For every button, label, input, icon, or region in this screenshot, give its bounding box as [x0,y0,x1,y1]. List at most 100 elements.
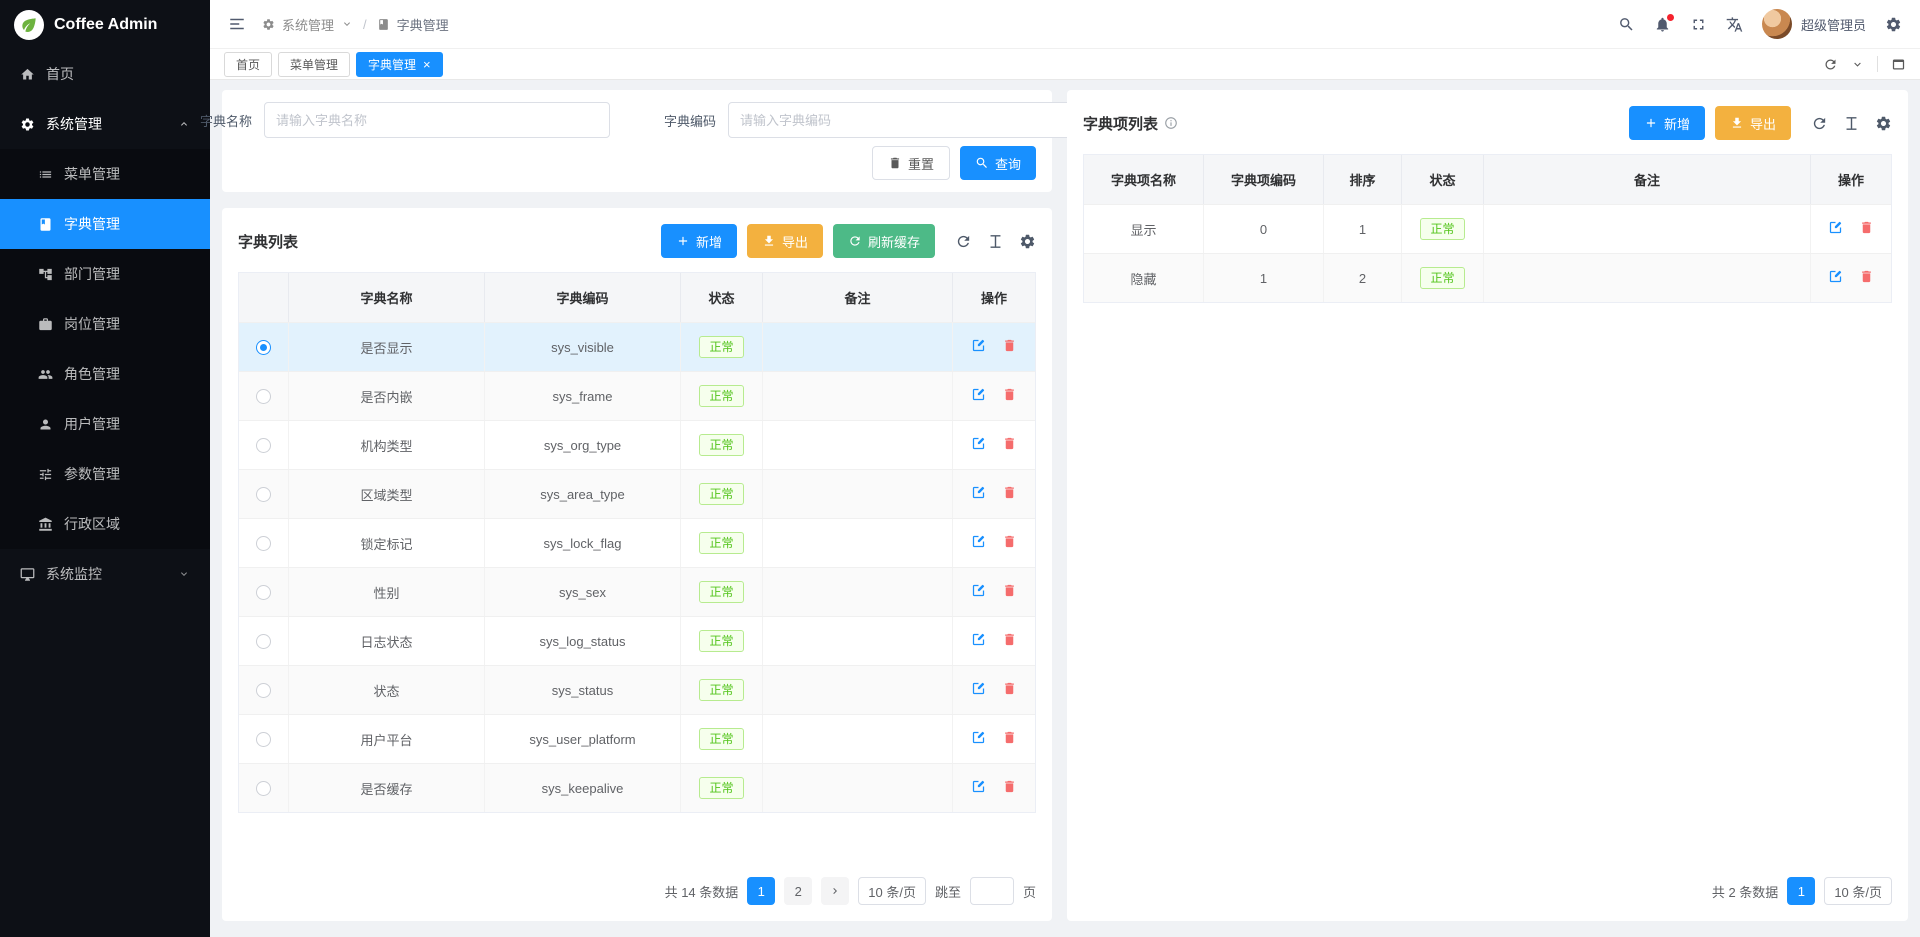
delete-icon[interactable] [1002,730,1017,748]
edit-icon[interactable] [971,436,986,454]
tab-menu-mgmt[interactable]: 菜单管理 [278,52,350,77]
layout-icon[interactable] [1891,57,1906,72]
row-radio-button[interactable] [256,683,271,698]
notification-bell-icon[interactable] [1654,16,1671,33]
table-row[interactable]: 状态 sys_status 正常 [239,665,1035,714]
chevron-down-icon[interactable] [1851,58,1864,71]
app-logo[interactable]: Coffee Admin [0,0,210,49]
page-button-1[interactable]: 1 [1787,877,1815,905]
tab-home[interactable]: 首页 [224,52,272,77]
username[interactable]: 超级管理员 [1801,15,1866,34]
dict-name-input[interactable] [264,102,610,138]
row-radio-button[interactable] [256,389,271,404]
edit-icon[interactable] [971,534,986,552]
tab-dict-mgmt[interactable]: 字典管理× [356,52,443,77]
query-button[interactable]: 查询 [960,146,1036,180]
delete-icon[interactable] [1002,534,1017,552]
table-row[interactable]: 显示 0 1 正常 [1084,204,1891,253]
edit-icon[interactable] [971,779,986,797]
edit-icon[interactable] [971,681,986,699]
edit-icon[interactable] [1828,269,1843,287]
sidebar-item-param-mgmt[interactable]: 参数管理 [0,449,210,499]
fullscreen-icon[interactable] [1690,16,1707,33]
refresh-icon[interactable] [1823,57,1838,72]
column-settings-icon[interactable] [987,233,1004,250]
sidebar-item-role-mgmt[interactable]: 角色管理 [0,349,210,399]
delete-icon[interactable] [1002,779,1017,797]
table-row[interactable]: 是否显示 sys_visible 正常 [239,322,1035,371]
row-radio-button[interactable] [256,438,271,453]
delete-icon[interactable] [1002,681,1017,699]
page-button-2[interactable]: 2 [784,877,812,905]
add-dict-item-button[interactable]: 新增 [1629,106,1705,140]
row-radio-button[interactable] [256,732,271,747]
sidebar-item-user-mgmt[interactable]: 用户管理 [0,399,210,449]
breadcrumb-level1[interactable]: 系统管理 [282,15,334,34]
sidebar-item-label: 用户管理 [64,414,120,434]
translate-icon[interactable] [1726,16,1743,33]
search-icon[interactable] [1618,16,1635,33]
sidebar-item-region-mgmt[interactable]: 行政区域 [0,499,210,549]
table-row[interactable]: 性别 sys_sex 正常 [239,567,1035,616]
edit-icon[interactable] [971,387,986,405]
delete-icon[interactable] [1859,269,1874,287]
column-settings-icon[interactable] [1843,115,1860,132]
sidebar-collapse-icon[interactable] [228,15,246,33]
add-dict-button[interactable]: 新增 [661,224,737,258]
briefcase-icon [38,317,53,332]
delete-icon[interactable] [1002,485,1017,503]
tab-close-icon[interactable]: × [423,58,431,71]
delete-icon[interactable] [1002,632,1017,650]
next-page-button[interactable] [821,877,849,905]
row-radio-button[interactable] [256,781,271,796]
table-row[interactable]: 机构类型 sys_org_type 正常 [239,420,1035,469]
dict-code-input[interactable] [728,102,1074,138]
row-radio-button[interactable] [256,536,271,551]
sidebar-item-system-mgmt[interactable]: 系统管理 [0,99,210,149]
dict-list-title: 字典列表 [238,231,298,252]
edit-icon[interactable] [1828,220,1843,238]
export-dict-item-button[interactable]: 导出 [1715,106,1791,140]
refresh-icon[interactable] [1811,115,1828,132]
edit-icon[interactable] [971,632,986,650]
info-icon[interactable] [1164,116,1178,130]
table-row[interactable]: 是否缓存 sys_keepalive 正常 [239,763,1035,812]
refresh-icon[interactable] [955,233,972,250]
page-button-1[interactable]: 1 [747,877,775,905]
row-radio-button[interactable] [256,487,271,502]
edit-icon[interactable] [971,485,986,503]
table-row[interactable]: 隐藏 1 2 正常 [1084,253,1891,302]
sidebar-item-menu-mgmt[interactable]: 菜单管理 [0,149,210,199]
sidebar-item-post-mgmt[interactable]: 岗位管理 [0,299,210,349]
refresh-cache-button[interactable]: 刷新缓存 [833,224,935,258]
settings-gear-icon[interactable] [1885,16,1902,33]
export-dict-button[interactable]: 导出 [747,224,823,258]
delete-icon[interactable] [1859,220,1874,238]
delete-icon[interactable] [1002,387,1017,405]
row-radio-button[interactable] [256,340,271,355]
sidebar-item-dict-mgmt[interactable]: 字典管理 [0,199,210,249]
reset-button[interactable]: 重置 [872,146,950,180]
jump-page-input[interactable] [970,877,1014,905]
table-row[interactable]: 区域类型 sys_area_type 正常 [239,469,1035,518]
table-row[interactable]: 用户平台 sys_user_platform 正常 [239,714,1035,763]
edit-icon[interactable] [971,583,986,601]
table-row[interactable]: 锁定标记 sys_lock_flag 正常 [239,518,1035,567]
sidebar-item-home[interactable]: 首页 [0,49,210,99]
table-row[interactable]: 日志状态 sys_log_status 正常 [239,616,1035,665]
avatar[interactable] [1762,9,1792,39]
table-row[interactable]: 是否内嵌 sys_frame 正常 [239,371,1035,420]
row-radio-button[interactable] [256,634,271,649]
page-size-select[interactable]: 10 条/页 [858,877,926,905]
page-size-select[interactable]: 10 条/页 [1824,877,1892,905]
edit-icon[interactable] [971,338,986,356]
delete-icon[interactable] [1002,583,1017,601]
row-radio-button[interactable] [256,585,271,600]
sidebar-item-system-monitor[interactable]: 系统监控 [0,549,210,599]
delete-icon[interactable] [1002,338,1017,356]
settings-gear-icon[interactable] [1875,115,1892,132]
delete-icon[interactable] [1002,436,1017,454]
settings-gear-icon[interactable] [1019,233,1036,250]
edit-icon[interactable] [971,730,986,748]
sidebar-item-dept-mgmt[interactable]: 部门管理 [0,249,210,299]
